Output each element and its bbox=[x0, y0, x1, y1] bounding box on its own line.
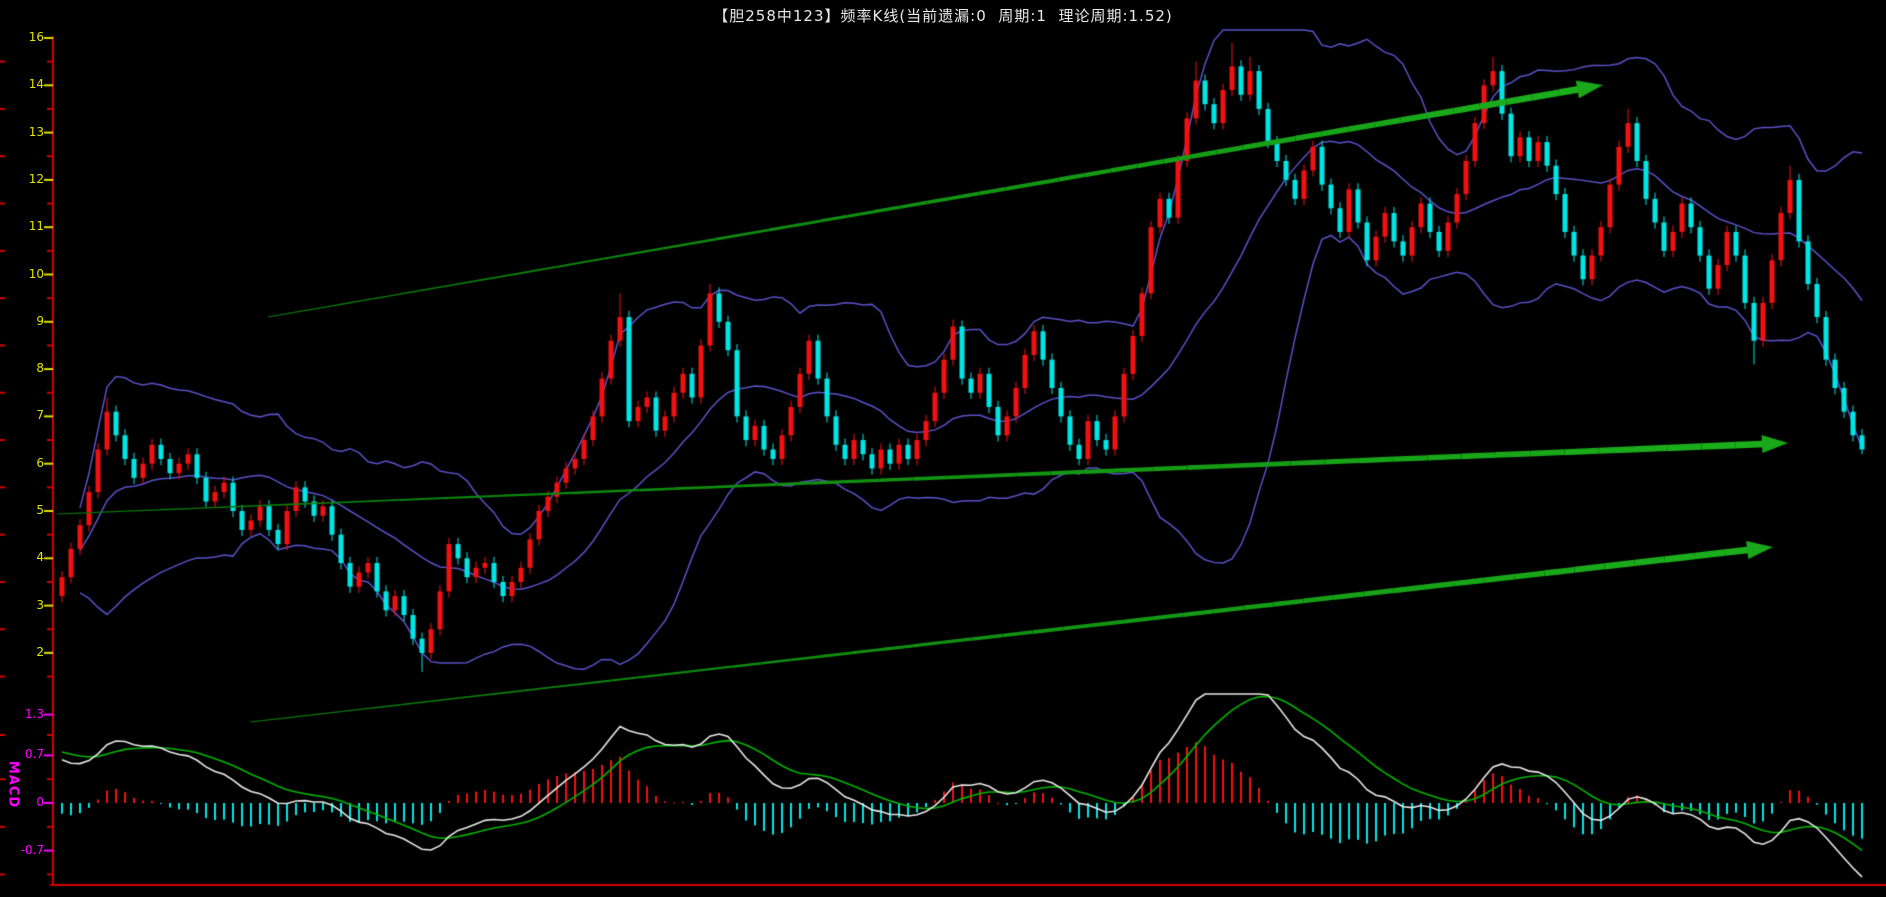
price-tick-label: 13 bbox=[28, 124, 44, 139]
price-tick-label: 11 bbox=[28, 219, 44, 234]
price-tick-label: 14 bbox=[28, 77, 44, 92]
price-tick-label: 12 bbox=[28, 171, 44, 186]
price-tick-label: 2 bbox=[36, 644, 44, 659]
price-tick-label: 10 bbox=[28, 266, 44, 281]
price-tick-label: 3 bbox=[36, 597, 44, 612]
macd-tick-label: 1.3 bbox=[24, 706, 44, 721]
kline-chart-window: 【胆258中123】频率K线(当前遗漏:0 周期:1 理论周期:1.52) 16… bbox=[0, 0, 1886, 897]
price-tick-label: 5 bbox=[36, 503, 44, 517]
price-tick-label: 8 bbox=[36, 361, 44, 376]
price-tick-label: 9 bbox=[36, 313, 44, 328]
kline-chart-canvas[interactable] bbox=[0, 0, 1886, 897]
price-tick-label: 7 bbox=[36, 408, 44, 423]
price-tick-label: 16 bbox=[28, 30, 44, 44]
price-tick-label: 6 bbox=[36, 455, 44, 470]
chart-title: 【胆258中123】频率K线(当前遗漏:0 周期:1 理论周期:1.52) bbox=[713, 7, 1173, 25]
price-tick-label: 4 bbox=[36, 550, 44, 565]
macd-tick-label: -0.7 bbox=[20, 842, 44, 857]
macd-indicator-label: MACD bbox=[5, 760, 21, 809]
